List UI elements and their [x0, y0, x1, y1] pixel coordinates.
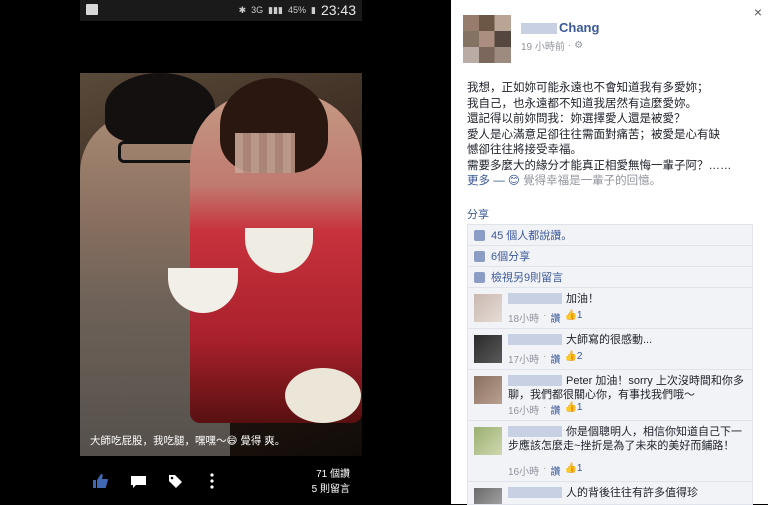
comment-text: 加油！: [566, 293, 599, 305]
comment-like-count[interactable]: 👍1: [564, 463, 582, 478]
privacy-separator: ·: [567, 40, 572, 51]
photo-counts: 71 個讚 5 則留言: [312, 467, 350, 497]
comment-meta-sep: ·: [543, 402, 547, 413]
comment-item: 大師寫的很感動... 17小時 · 讚 👍2: [468, 329, 752, 370]
post-detail-panel: × Chang 19 小時前 · ⚙ 我想，正如妳可能永遠也不會知道我有多愛妳；…: [451, 0, 768, 505]
post-timestamp: 19 小時前 · ⚙: [521, 38, 583, 53]
feeling-text: 覺得幸福是一輩子的回憶。: [523, 175, 662, 187]
comment-like-link[interactable]: 讚: [550, 463, 560, 478]
post-line: 需要多麼大的緣分才能真正相愛無悔一輩子阿？……: [467, 159, 732, 172]
comment-icon[interactable]: [130, 475, 147, 488]
comment-like-count[interactable]: 👍1: [564, 310, 582, 325]
view-more-comments-link[interactable]: 檢視另9則留言: [491, 269, 563, 285]
comment-avatar[interactable]: [474, 376, 502, 404]
photo-action-bar: 71 個讚 5 則留言: [80, 462, 362, 504]
comment-item: 加油！ 18小時 · 讚 👍1: [468, 288, 752, 329]
comment-like-count[interactable]: 👍2: [564, 351, 582, 366]
notification-icon: [86, 4, 98, 15]
comment-like-count-value: 2: [576, 351, 583, 362]
comment-avatar[interactable]: [474, 427, 502, 455]
share-link[interactable]: 分享: [467, 206, 489, 222]
post-more-line: 更多 — 😊 覺得幸福是一輩子的回憶。: [467, 175, 662, 187]
comment-text: 人的背後往往有許多值得珍: [566, 487, 698, 499]
comments-icon: [474, 271, 485, 283]
comment-meta: 16小時 · 讚 👍1: [508, 402, 582, 417]
comment-like-count[interactable]: 👍1: [564, 402, 582, 417]
like-icon[interactable]: [92, 474, 108, 488]
photo-bowl: [285, 368, 361, 423]
comment-item: Peter 加油！sorry 上次沒時間和你多聊，我們都很關心你，有事找我們哦～…: [468, 370, 752, 421]
comment-meta-sep: ·: [543, 463, 547, 474]
friends-icon: ⚙: [574, 40, 584, 51]
comment-like-count-value: 1: [576, 402, 583, 413]
post-line: 我想，正如妳可能永遠也不會知道我有多愛妳；: [467, 82, 709, 94]
view-more-comments-row[interactable]: 檢視另9則留言: [468, 267, 752, 288]
comment-meta: 18小時 · 讚 👍1: [508, 310, 582, 325]
post-time[interactable]: 19 小時前: [521, 38, 565, 53]
photo-comment-count[interactable]: 5 則留言: [312, 482, 350, 497]
photo-caption: 大師吃屁股，我吃腿，嘿嘿～😄 覺得 爽。: [90, 435, 286, 447]
comment-item: 你是個聰明人，相信你知道自己下一步應該怎麼走~挫折是為了未來的美好而鋪路！ 16…: [468, 421, 752, 482]
battery-icon: ▮: [311, 4, 316, 15]
comment-time[interactable]: 18小時: [508, 310, 539, 325]
comment-item: 人的背後往往有許多值得珍: [468, 482, 752, 504]
status-bar: ✱ 3G ▮▮▮ 45% ▮ 23:43: [80, 0, 362, 21]
comment-like-link[interactable]: 讚: [550, 402, 560, 417]
see-more-link[interactable]: 更多: [467, 175, 490, 187]
post-line: 愛人是心滿意足卻往往需面對痛苦；被愛是心有缺: [467, 128, 720, 141]
feedback-box: 45 個人都說讚。 6個分享 檢視另9則留言 加油！ 18小時 · 讚 👍1 大師…: [467, 224, 753, 505]
author-avatar[interactable]: [463, 15, 511, 63]
comment-text-wrap: 人的背後往往有許多值得珍: [508, 486, 744, 500]
comment-time[interactable]: 16小時: [508, 463, 539, 478]
comment-like-link[interactable]: 讚: [550, 310, 560, 325]
comment-time[interactable]: 16小時: [508, 402, 539, 417]
photo-viewer: ✱ 3G ▮▮▮ 45% ▮ 23:43 大師吃屁股，我吃腿，嘿嘿～😄 覺得 爽…: [0, 0, 451, 504]
share-icon: [474, 250, 485, 262]
comment-avatar[interactable]: [474, 335, 502, 363]
comment-text-wrap: 大師寫的很感動...: [508, 333, 744, 347]
post-line: 憾卻往往將接受幸福。: [467, 144, 582, 156]
more-options-icon[interactable]: [210, 472, 214, 490]
blurred-face: [235, 133, 295, 173]
author-name-blurred: [521, 23, 557, 34]
comment-avatar[interactable]: [474, 294, 502, 322]
comment-like-count-value: 1: [576, 310, 583, 321]
feeling-emoji-icon: 😊: [507, 175, 520, 187]
comment-avatar[interactable]: [474, 488, 502, 504]
comment-time[interactable]: 17小時: [508, 351, 539, 366]
network-label: 3G: [251, 5, 264, 15]
shares-row[interactable]: 6個分享: [468, 246, 752, 267]
bluetooth-icon: ✱: [238, 4, 247, 15]
comment-text: Peter 加油！sorry 上次沒時間和你多聊，我們都很關心你，有事找我們哦～: [508, 375, 744, 401]
comment-meta-sep: ·: [543, 351, 547, 362]
author-name[interactable]: Chang: [559, 20, 599, 35]
comment-meta-sep: ·: [543, 310, 547, 321]
post-line: 我自己，也永遠都不知道我居然有這麼愛妳。: [467, 97, 697, 110]
comment-text-wrap: 你是個聰明人，相信你知道自己下一步應該怎麼走~挫折是為了未來的美好而鋪路！: [508, 425, 744, 453]
comment-meta: 17小時 · 讚 👍2: [508, 351, 582, 366]
comment-text: 你是個聰明人，相信你知道自己下一步應該怎麼走~挫折是為了未來的美好而鋪路！: [508, 426, 742, 452]
post-text: 我想，正如妳可能永遠也不會知道我有多愛妳； 我自己，也永遠都不知道我居然有這麼愛…: [467, 81, 757, 190]
close-icon[interactable]: ×: [754, 4, 762, 20]
thumbs-up-icon: [474, 229, 485, 241]
comment-text-wrap: Peter 加油！sorry 上次沒時間和你多聊，我們都很關心你，有事找我們哦～: [508, 374, 744, 402]
clock: 23:43: [320, 2, 356, 18]
comment-text-wrap: 加油！: [508, 292, 744, 306]
post-line: 還記得以前妳問我：妳選擇愛人還是被愛？: [467, 113, 686, 125]
shares-summary[interactable]: 6個分享: [491, 248, 530, 264]
tag-icon[interactable]: [168, 474, 183, 489]
likes-row[interactable]: 45 個人都說讚。: [468, 225, 752, 246]
signal-icon: ▮▮▮: [268, 4, 283, 15]
comment-like-count-value: 1: [576, 463, 583, 474]
post-photo[interactable]: 大師吃屁股，我吃腿，嘿嘿～😄 覺得 爽。: [80, 73, 362, 456]
comment-like-link[interactable]: 讚: [550, 351, 560, 366]
photo-like-count[interactable]: 71 個讚: [312, 467, 350, 482]
battery-label: 45%: [287, 5, 306, 15]
likes-summary[interactable]: 45 個人都說讚。: [491, 227, 572, 243]
comment-text: 大師寫的很感動...: [566, 334, 653, 346]
comment-meta: 16小時 · 讚 👍1: [508, 463, 582, 478]
